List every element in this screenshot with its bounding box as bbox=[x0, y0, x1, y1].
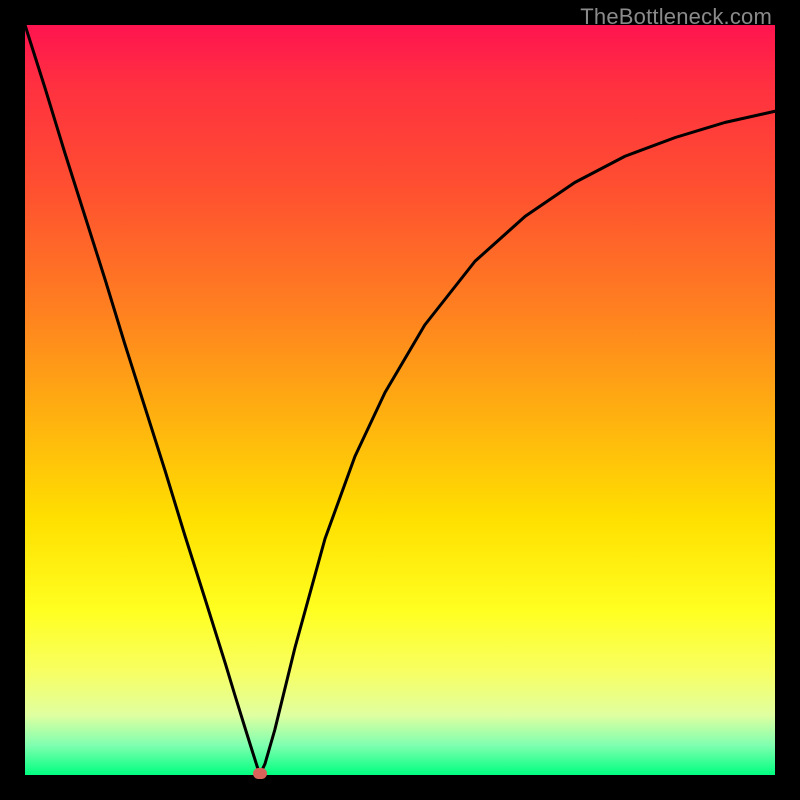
bottleneck-curve bbox=[25, 25, 775, 775]
chart-frame: TheBottleneck.com bbox=[0, 0, 800, 800]
bottleneck-marker bbox=[253, 768, 267, 779]
watermark-text: TheBottleneck.com bbox=[580, 4, 772, 30]
